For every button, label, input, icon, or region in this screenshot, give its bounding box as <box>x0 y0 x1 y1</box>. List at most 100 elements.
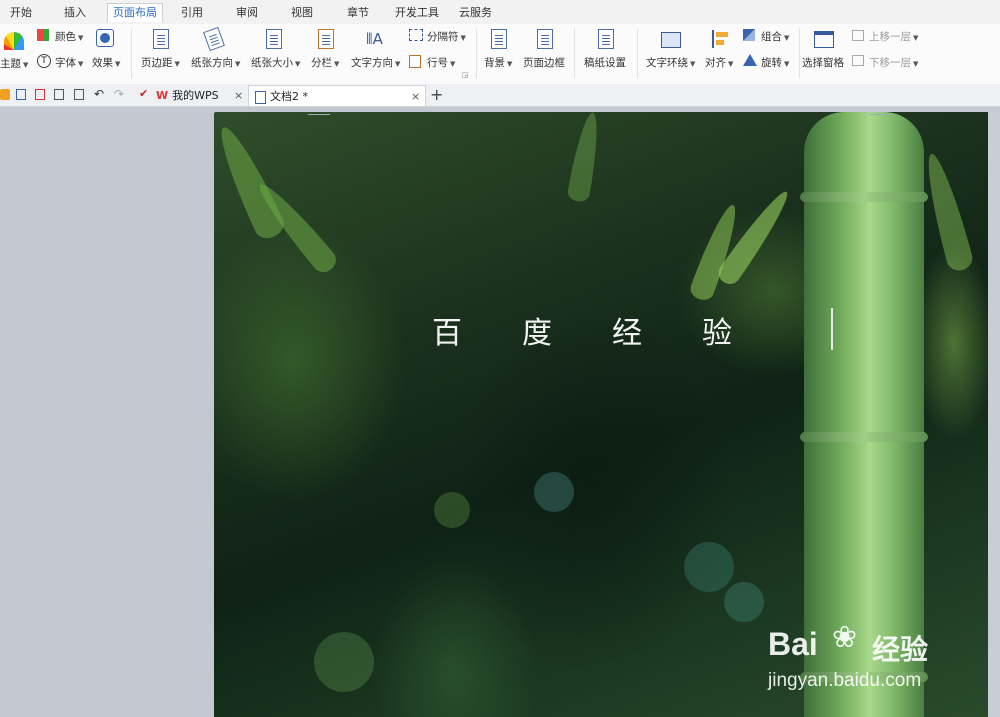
page-borders-icon[interactable] <box>537 29 553 49</box>
tab-document2[interactable]: 文档2 * × <box>248 85 426 106</box>
leaf <box>214 121 288 243</box>
watermark-url: jingyan.baidu.com <box>768 670 922 691</box>
effects-button[interactable]: 效果 ▼ <box>92 55 120 70</box>
background-icon[interactable] <box>491 29 507 49</box>
leaf <box>566 112 604 204</box>
bamboo-node <box>800 192 928 202</box>
selection-pane-button[interactable]: 选择窗格 <box>802 55 844 70</box>
tab-view[interactable]: 视图 <box>291 4 313 22</box>
export-pdf-icon[interactable] <box>35 89 45 100</box>
chevron-down-icon: ▼ <box>78 34 84 42</box>
close-icon[interactable]: × <box>411 86 420 107</box>
leaf <box>918 150 976 274</box>
bokeh <box>724 582 764 622</box>
text-direction-label: 文字方向 <box>351 57 393 69</box>
theme-icon[interactable] <box>4 32 24 50</box>
chevron-down-icon: ▼ <box>295 60 301 68</box>
divider <box>799 28 800 78</box>
tab-references[interactable]: 引用 <box>181 4 203 22</box>
text-direction-icon[interactable]: ⦀A <box>366 29 388 49</box>
columns-button[interactable]: 分栏 ▼ <box>311 55 339 70</box>
document-title-text[interactable]: 百度经验 <box>432 308 792 352</box>
font-label: 字体 <box>55 57 76 69</box>
tab-page-layout[interactable]: 页面布局 <box>107 3 163 22</box>
color-button[interactable]: 颜色 ▼ <box>55 29 83 44</box>
chevron-down-icon: ▼ <box>913 34 919 42</box>
tab-developer[interactable]: 开发工具 <box>395 4 439 22</box>
print-preview-icon[interactable] <box>74 89 84 100</box>
font-button[interactable]: 字体 ▼ <box>55 55 83 70</box>
scrollbar-track[interactable] <box>988 112 1000 717</box>
bring-forward-button[interactable]: 上移一层 ▼ <box>869 29 918 44</box>
text-wrap-label: 文字环绕 <box>646 57 688 69</box>
text-wrap-button[interactable]: 文字环绕 ▼ <box>646 55 695 70</box>
new-tab-button[interactable]: + <box>430 85 443 104</box>
wps-logo-icon: W <box>156 89 169 102</box>
group-button[interactable]: 组合 ▼ <box>761 29 789 44</box>
effects-label: 效果 <box>92 57 113 69</box>
page-borders-button[interactable]: 页面边框 <box>523 55 565 70</box>
paper-size-button[interactable]: 纸张大小 ▼ <box>251 55 300 70</box>
paper-size-label: 纸张大小 <box>251 57 293 69</box>
chevron-down-icon: ▼ <box>395 60 401 68</box>
orientation-label: 纸张方向 <box>191 57 233 69</box>
tab-cloud[interactable]: 云服务 <box>459 4 492 22</box>
theme-button[interactable]: 主题 ▼ <box>0 56 28 71</box>
document-icon <box>255 90 266 104</box>
orientation-icon[interactable] <box>203 26 225 52</box>
font-theme-icon: T <box>37 54 51 68</box>
chevron-down-icon: ▼ <box>23 61 29 69</box>
text-wrap-icon[interactable] <box>661 32 681 48</box>
text-cursor <box>831 308 833 350</box>
breaks-button[interactable]: 分隔符 ▼ <box>427 29 466 44</box>
ribbon: 主题 ▼ 颜色 ▼ T 字体 ▼ 效果 ▼ 页边距 ▼ 纸张方向 ▼ 纸张大小 ▼ 分栏 ▼ ⦀… <box>0 24 1000 85</box>
manuscript-icon[interactable] <box>598 29 614 49</box>
tab-document2-label: 文档2 * <box>270 90 308 103</box>
save-icon[interactable] <box>16 89 26 100</box>
chevron-down-icon: ▼ <box>728 60 734 68</box>
send-backward-button[interactable]: 下移一层 ▼ <box>869 55 918 70</box>
tab-home[interactable]: 开始 <box>10 4 32 22</box>
tab-my-wps-label: 我的WPS <box>172 89 219 102</box>
background-button[interactable]: 背景 ▼ <box>484 55 512 70</box>
redo-icon[interactable]: ↷ <box>114 87 124 101</box>
effects-icon[interactable] <box>96 29 114 47</box>
chevron-down-icon: ▼ <box>784 60 790 68</box>
orientation-button[interactable]: 纸张方向 ▼ <box>191 55 240 70</box>
align-icon[interactable] <box>712 30 730 48</box>
divider <box>637 28 638 78</box>
group-icon <box>743 29 755 41</box>
margins-icon[interactable] <box>153 29 169 49</box>
tab-review[interactable]: 审阅 <box>236 4 258 22</box>
tab-insert[interactable]: 插入 <box>64 4 86 22</box>
columns-label: 分栏 <box>311 57 332 69</box>
chevron-down-icon: ▼ <box>460 34 466 42</box>
text-direction-button[interactable]: 文字方向 ▼ <box>351 55 400 70</box>
undo-icon[interactable]: ↶ <box>94 87 104 101</box>
chevron-down-icon: ▼ <box>115 60 121 68</box>
selection-pane-icon[interactable] <box>814 31 834 48</box>
menu-bar: 开始 插入 页面布局 引用 审阅 视图 章节 开发工具 云服务 <box>0 0 1000 24</box>
bokeh <box>314 632 374 692</box>
manuscript-settings-button[interactable]: 稿纸设置 <box>584 55 626 70</box>
watermark-brand: Bai <box>768 626 818 662</box>
divider <box>131 28 132 78</box>
close-icon[interactable]: × <box>234 85 243 106</box>
print-icon[interactable] <box>54 89 64 100</box>
align-button[interactable]: 对齐 ▼ <box>705 55 733 70</box>
margins-label: 页边距 <box>141 57 173 69</box>
open-folder-icon[interactable] <box>0 89 10 100</box>
chevron-down-icon: ▼ <box>78 60 84 68</box>
tab-my-wps[interactable]: W 我的WPS × <box>156 85 248 106</box>
tab-chapter[interactable]: 章节 <box>347 4 369 22</box>
paper-size-icon[interactable] <box>266 29 282 49</box>
customize-toolbar-icon[interactable]: ✔ <box>139 87 148 100</box>
send-backward-icon <box>852 55 864 66</box>
rotate-button[interactable]: 旋转 ▼ <box>761 55 789 70</box>
divider <box>476 28 477 78</box>
color-label: 颜色 <box>55 31 76 43</box>
columns-icon[interactable] <box>318 29 334 49</box>
margins-button[interactable]: 页边距 ▼ <box>141 55 180 70</box>
line-numbers-button[interactable]: 行号 ▼ <box>427 55 455 70</box>
dialog-launcher-icon[interactable]: ◲ <box>462 71 469 79</box>
